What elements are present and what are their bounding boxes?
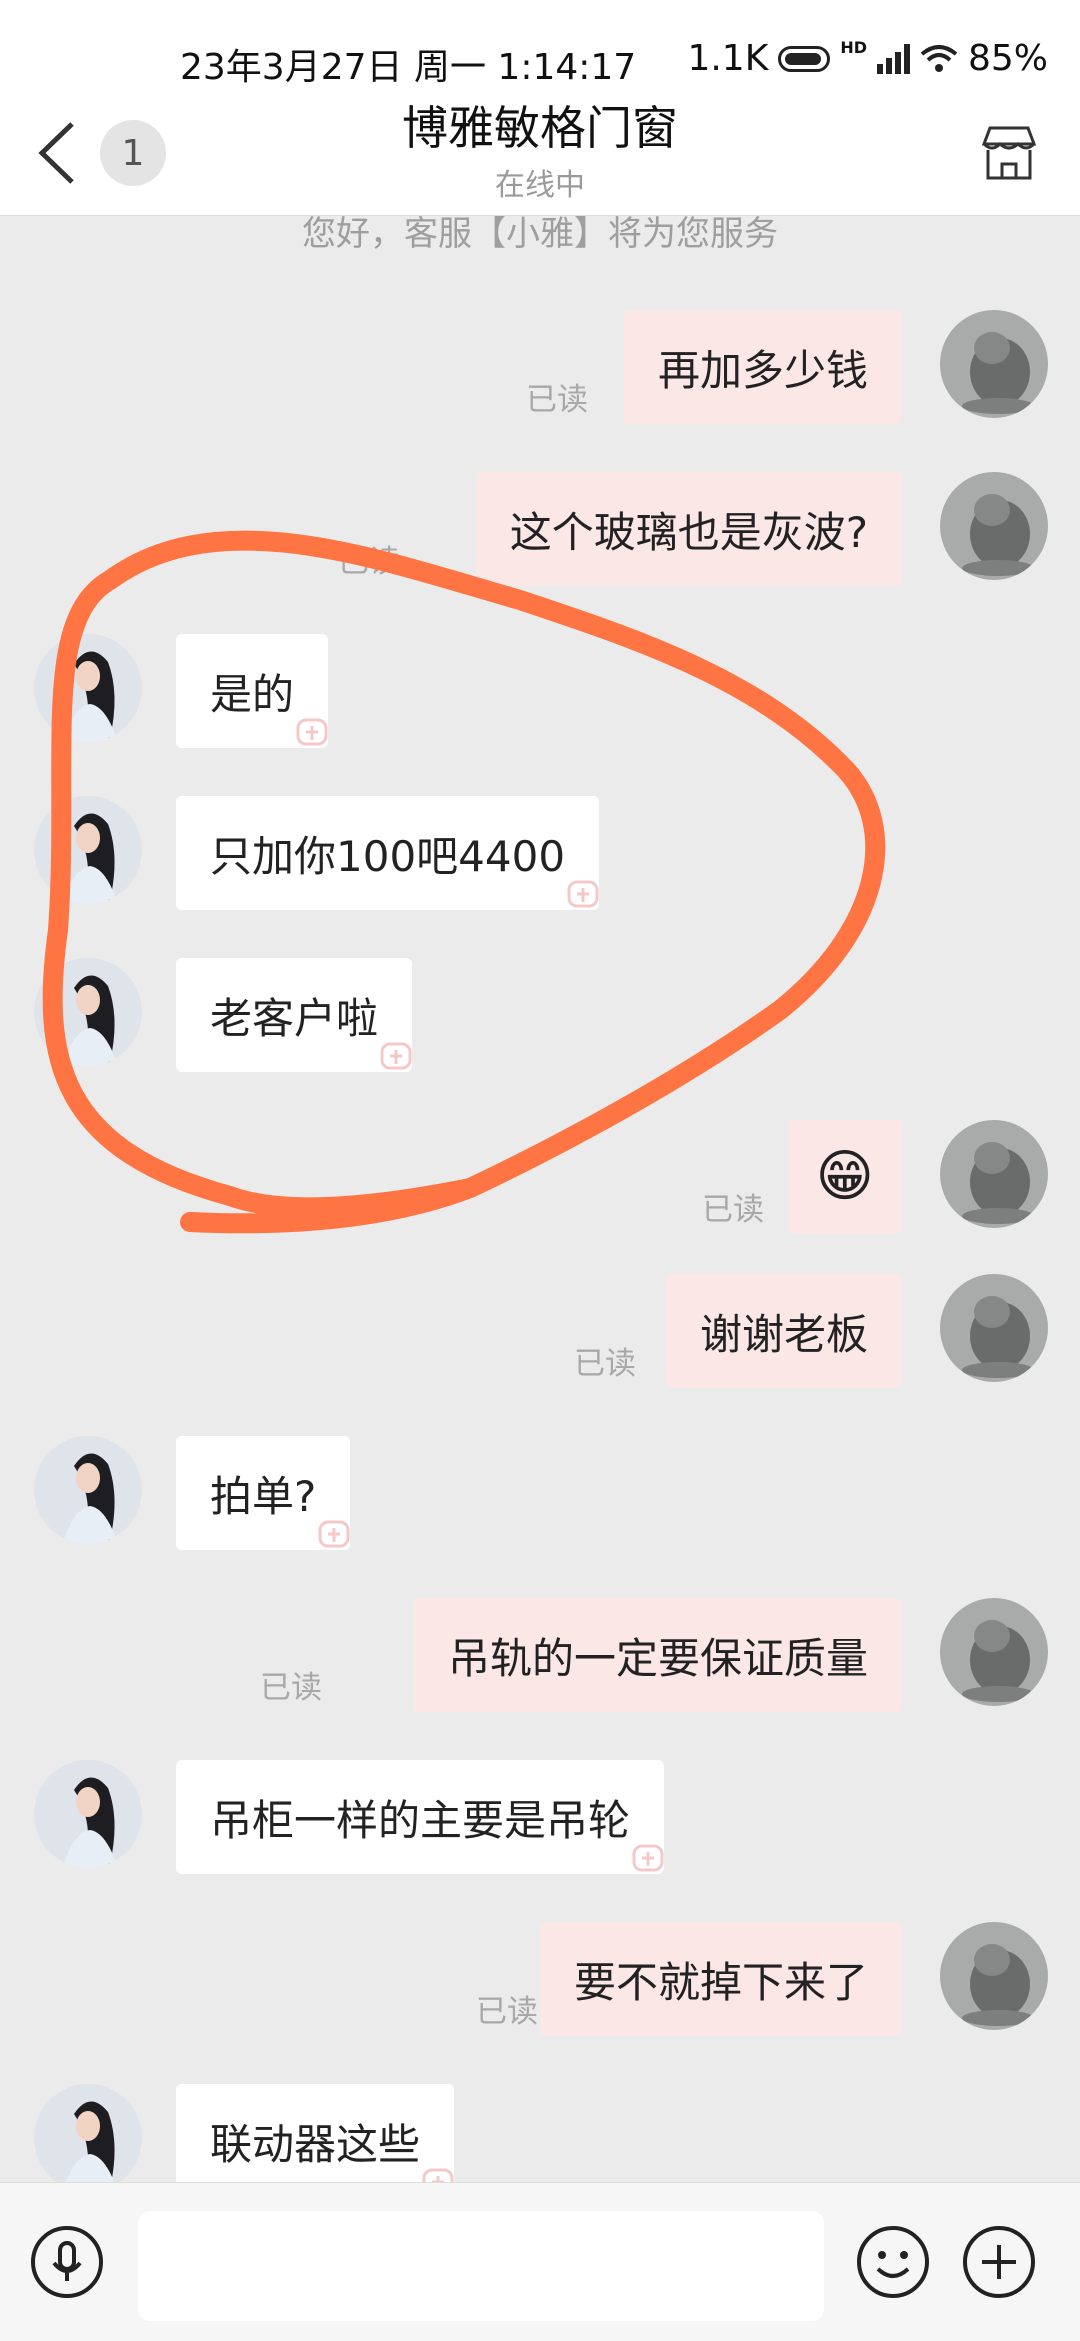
agent-avatar[interactable]	[34, 634, 142, 742]
agent-seal-icon	[567, 880, 599, 908]
status-datetime: 23年3月27日 周一 1:14:17	[180, 47, 637, 88]
battery-saver-icon	[778, 45, 831, 72]
input-bar	[0, 2182, 1080, 2341]
message-bubble[interactable]: 谢谢老板	[665, 1274, 902, 1388]
network-type: HD	[840, 38, 867, 57]
read-receipt: 已读	[526, 382, 588, 418]
microphone-icon[interactable]	[30, 2225, 104, 2299]
my-avatar[interactable]	[940, 1120, 1048, 1228]
shop-icon[interactable]	[978, 122, 1040, 184]
read-receipt: 已读	[476, 1994, 538, 2030]
smiley-icon[interactable]	[856, 2225, 930, 2299]
agent-avatar[interactable]	[34, 796, 142, 904]
status-indicators: 1.1K HD 85%	[687, 38, 1048, 79]
message-bubble[interactable]: 😁	[787, 1120, 902, 1234]
message-text: 只加你100吧4400	[210, 831, 566, 881]
chat-messages[interactable]: 您好，客服【小雅】将为您服务 已读 再加多少钱 已读 这个玻璃也是灰波? 是的 …	[0, 216, 1080, 2182]
read-receipt: 已读	[338, 544, 400, 580]
read-receipt: 已读	[574, 1346, 636, 1382]
my-avatar[interactable]	[940, 1598, 1048, 1706]
message-bubble[interactable]: 再加多少钱	[623, 310, 902, 424]
agent-avatar[interactable]	[34, 958, 142, 1066]
message-text: 是的	[210, 669, 295, 719]
read-receipt: 已读	[260, 1670, 322, 1706]
wifi-icon	[920, 44, 958, 72]
plus-icon[interactable]	[962, 2225, 1036, 2299]
message-bubble[interactable]: 只加你100吧4400	[176, 796, 600, 910]
grin-emoji: 😁	[815, 1144, 874, 1209]
message-bubble[interactable]: 联动器这些	[176, 2084, 455, 2182]
message-bubble[interactable]: 这个玻璃也是灰波?	[475, 472, 902, 586]
message-bubble[interactable]: 要不就掉下来了	[539, 1922, 902, 2036]
my-avatar[interactable]	[940, 1274, 1048, 1382]
agent-seal-icon	[296, 718, 328, 746]
signal-icon	[876, 43, 910, 74]
agent-avatar[interactable]	[34, 1760, 142, 1868]
network-speed: 1.1K	[687, 38, 769, 79]
agent-seal-icon	[380, 1042, 412, 1070]
message-text: 联动器这些	[210, 2119, 421, 2169]
message-input[interactable]	[138, 2211, 824, 2321]
my-avatar[interactable]	[940, 310, 1048, 418]
agent-avatar[interactable]	[34, 1436, 142, 1544]
message-text: 老客户啦	[210, 993, 379, 1043]
system-message: 您好，客服【小雅】将为您服务	[302, 216, 778, 254]
my-avatar[interactable]	[940, 472, 1048, 580]
agent-avatar[interactable]	[34, 2084, 142, 2182]
message-bubble[interactable]: 老客户啦	[176, 958, 413, 1072]
read-receipt: 已读	[702, 1192, 764, 1228]
message-text: 吊柜一样的主要是吊轮	[210, 1795, 631, 1845]
message-bubble[interactable]: 是的	[176, 634, 329, 748]
online-status: 在线中	[495, 168, 585, 203]
battery-level: 85%	[967, 38, 1048, 79]
agent-seal-icon	[318, 1520, 350, 1548]
message-bubble[interactable]: 拍单?	[176, 1436, 351, 1550]
message-text: 拍单?	[210, 1471, 317, 1521]
agent-seal-icon	[632, 1844, 664, 1872]
chat-header: 23年3月27日 周一 1:14:17 1.1K HD 85% 1 博雅敏格门窗…	[0, 0, 1080, 216]
chat-title: 博雅敏格门窗	[402, 101, 678, 155]
agent-seal-icon	[422, 2168, 454, 2182]
message-bubble[interactable]: 吊柜一样的主要是吊轮	[176, 1760, 665, 1874]
message-bubble[interactable]: 吊轨的一定要保证质量	[413, 1598, 902, 1712]
my-avatar[interactable]	[940, 1922, 1048, 2030]
